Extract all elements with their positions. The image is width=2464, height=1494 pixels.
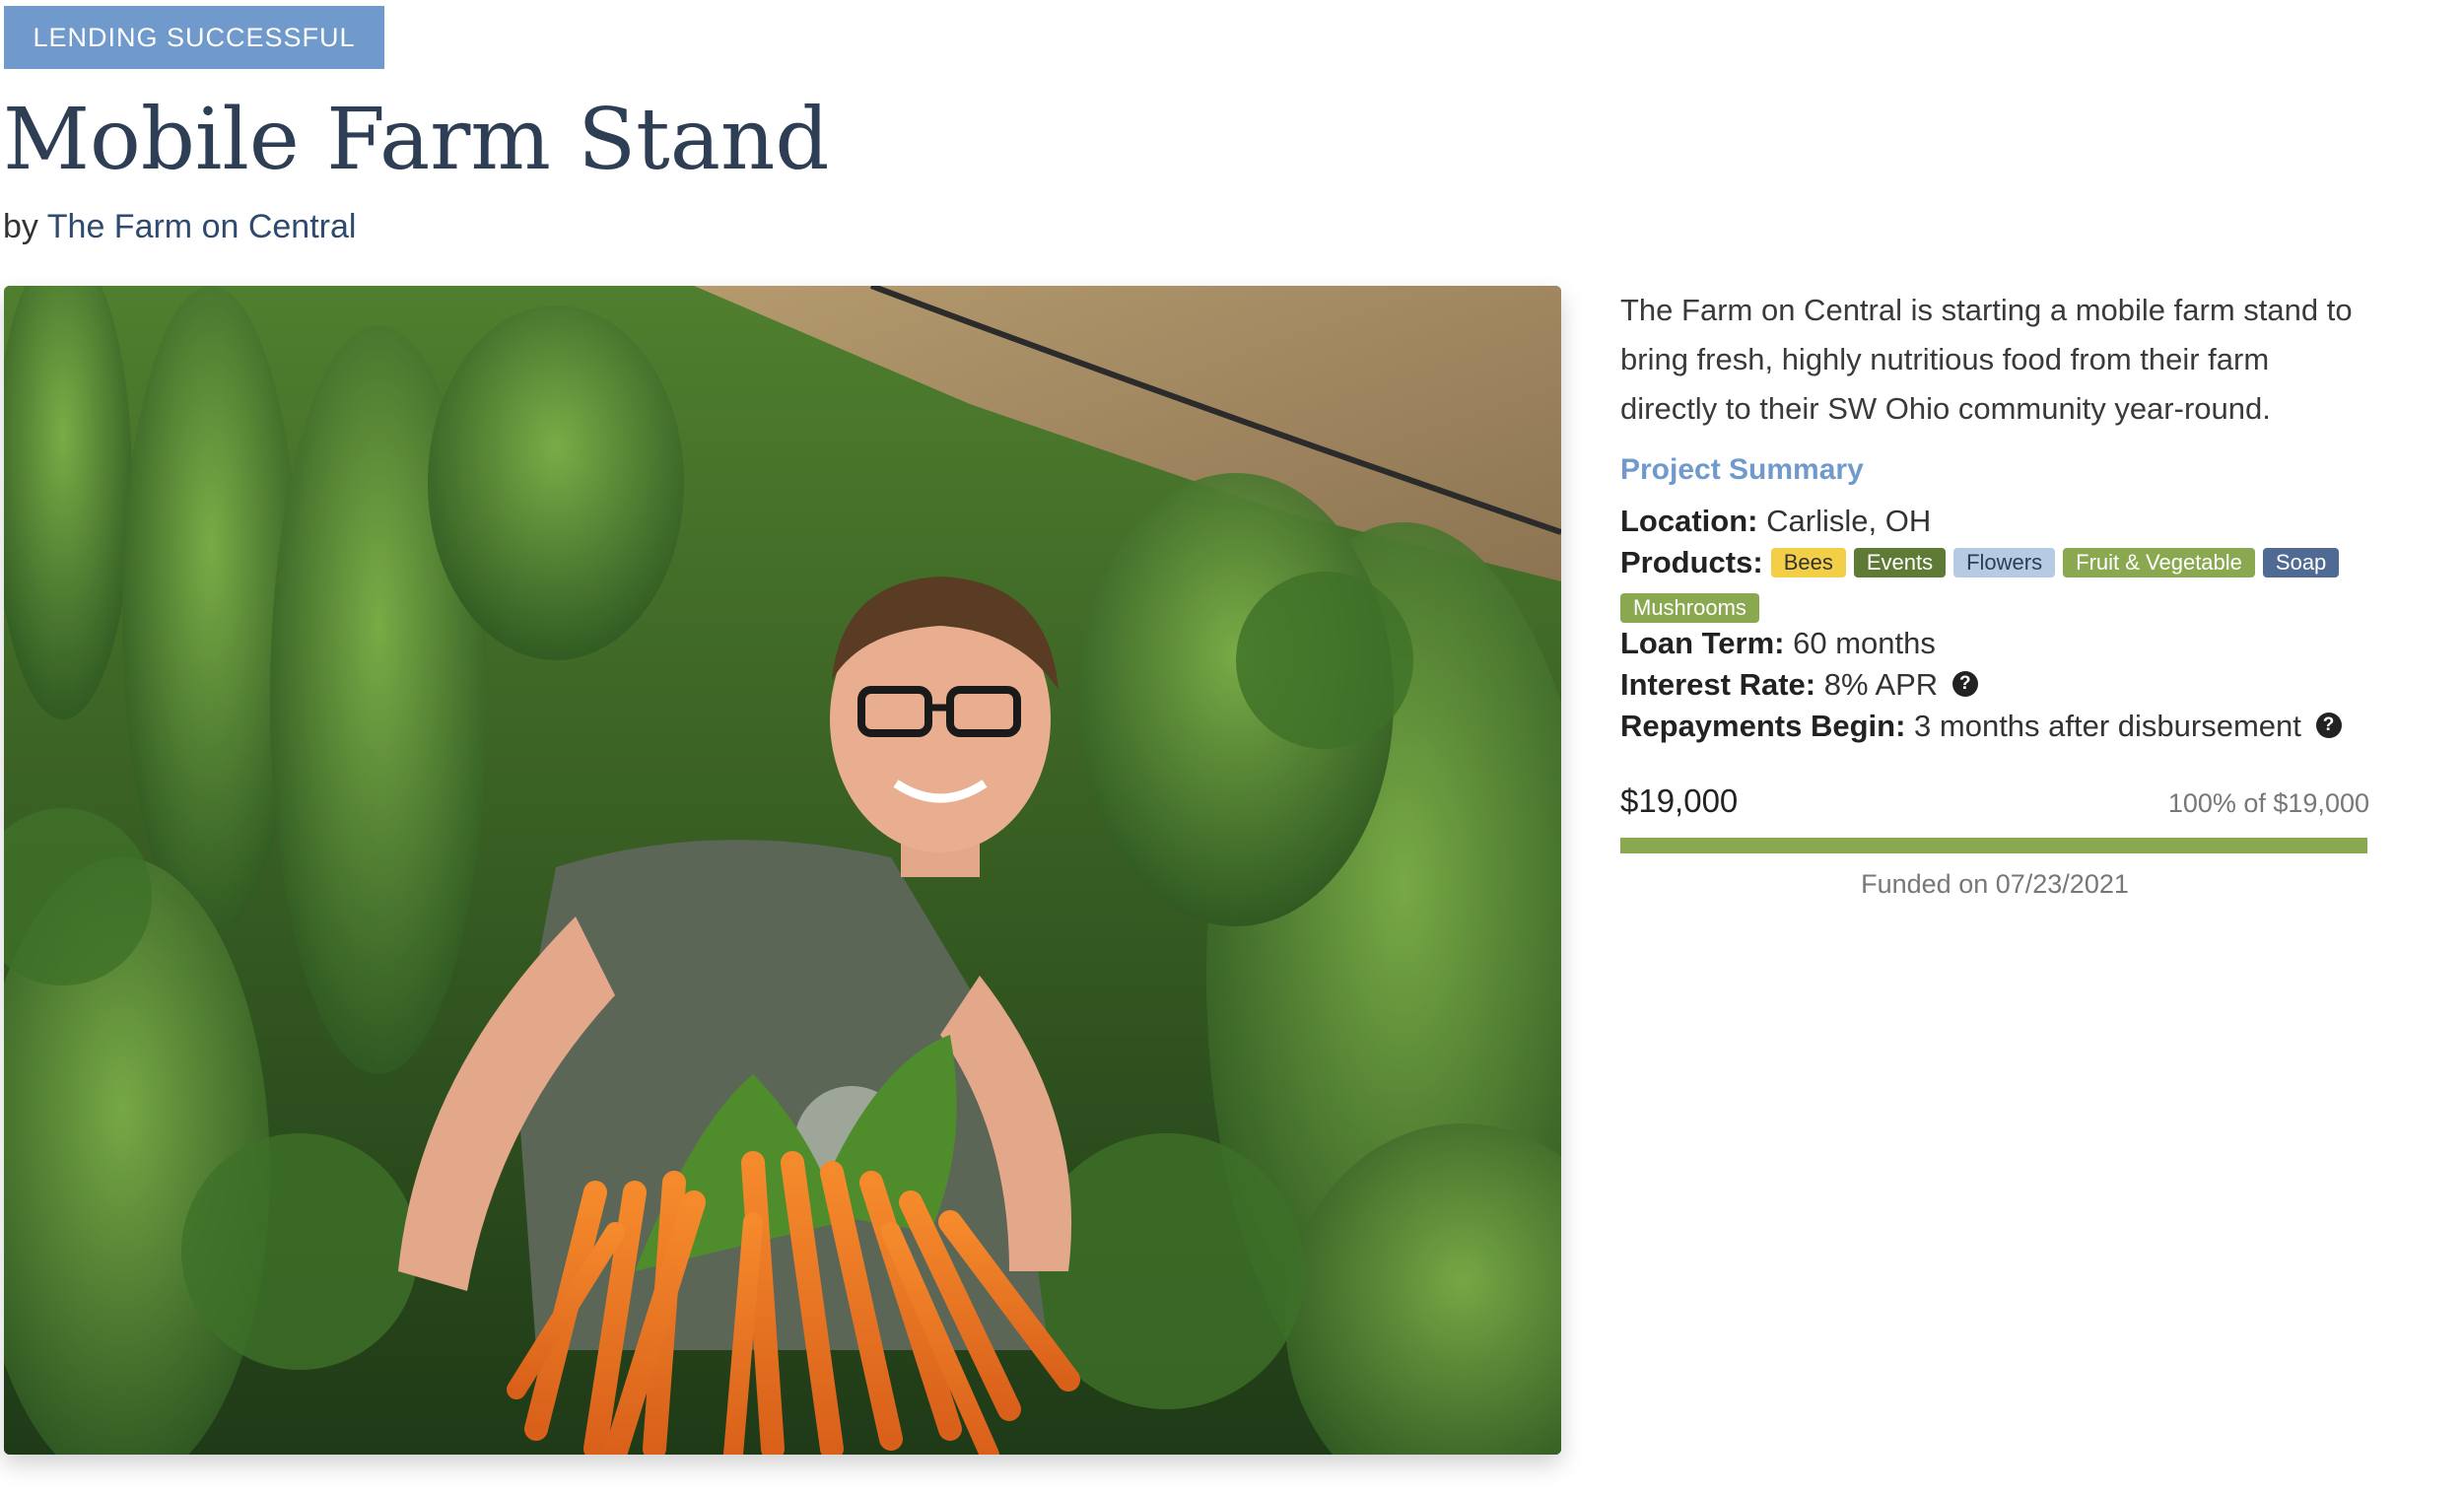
- project-description: The Farm on Central is starting a mobile…: [1620, 293, 2353, 426]
- repayments-row: Repayments Begin: 3 months after disburs…: [1620, 706, 2369, 747]
- loan-term-value: 60 months: [1793, 626, 1936, 660]
- funding-amount: $19,000: [1620, 782, 1739, 819]
- page-title: Mobile Farm Stand: [3, 91, 830, 189]
- product-tag-bees[interactable]: Bees: [1770, 548, 1846, 577]
- product-tag-mushrooms[interactable]: Mushrooms: [1620, 593, 1759, 623]
- funding-percent: 100% of $19,000: [2167, 788, 2369, 818]
- product-tag-events[interactable]: Events: [1853, 548, 1947, 577]
- product-tag-fruit-vegetable[interactable]: Fruit & Vegetable: [2063, 548, 2255, 577]
- interest-rate-value: 8% APR: [1823, 667, 1939, 702]
- byline-prefix: by: [3, 208, 38, 245]
- products-row: Products: Bees Events Flowers Fruit & Ve…: [1620, 542, 2369, 623]
- question-circle-icon[interactable]: ?: [1951, 670, 1978, 697]
- repayments-label: Repayments Begin:: [1620, 709, 1906, 743]
- product-tag-soap[interactable]: Soap: [2262, 548, 2340, 577]
- location-value: Carlisle, OH: [1766, 504, 1932, 538]
- project-photo: [4, 286, 1561, 1455]
- status-badge: LENDING SUCCESSFUL: [4, 6, 384, 69]
- funding-summary: $19,000 100% of $19,000: [1620, 782, 2369, 820]
- funded-date: Funded on 07/23/2021: [1861, 869, 2129, 899]
- repayments-value: 3 months after disbursement: [1914, 709, 2301, 743]
- funding-progress-bar: [1620, 838, 2367, 853]
- question-circle-icon[interactable]: ?: [2315, 712, 2342, 738]
- location-row: Location: Carlisle, OH: [1620, 501, 2369, 542]
- interest-rate-row: Interest Rate: 8% APR ?: [1620, 664, 2369, 706]
- project-sidebar: The Farm on Central is starting a mobile…: [1620, 286, 2369, 900]
- byline: by The Farm on Central: [3, 205, 356, 248]
- products-label: Products:: [1620, 545, 1763, 579]
- project-page: LENDING SUCCESSFUL Mobile Farm Stand by …: [0, 0, 2464, 1494]
- interest-rate-label: Interest Rate:: [1620, 667, 1816, 702]
- project-summary-heading: Project Summary: [1620, 453, 1864, 486]
- status-badge-label: LENDING SUCCESSFUL: [33, 22, 356, 52]
- product-tag-flowers[interactable]: Flowers: [1953, 548, 2056, 577]
- funding-progress-fill: [1620, 838, 2367, 853]
- location-label: Location:: [1620, 504, 1758, 538]
- loan-term-label: Loan Term:: [1620, 626, 1785, 660]
- loan-term-row: Loan Term: 60 months: [1620, 623, 2369, 664]
- author-link[interactable]: The Farm on Central: [47, 208, 357, 245]
